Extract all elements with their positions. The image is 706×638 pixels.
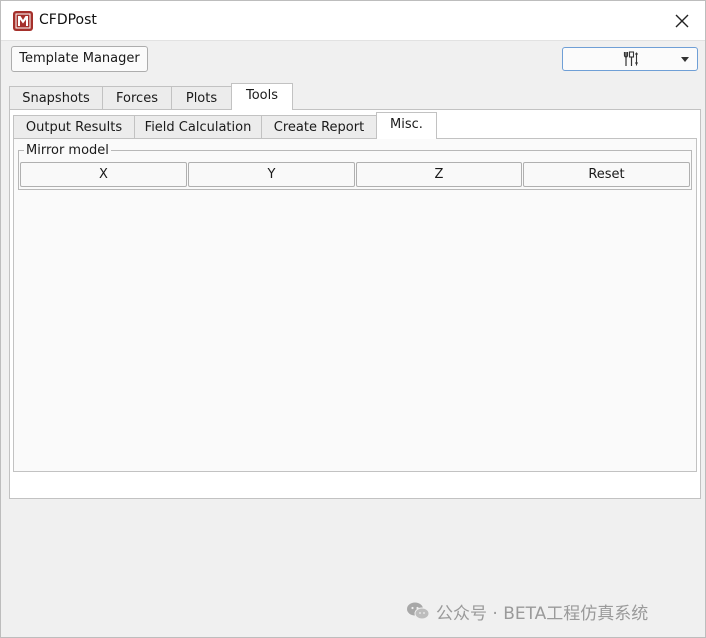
template-manager-button[interactable]: Template Manager [11, 46, 148, 72]
mirror-y-button[interactable]: Y [188, 162, 355, 187]
title-bar: CFDPost [1, 1, 705, 41]
watermark-text: 公众号 · BETA工程仿真系统 [436, 603, 649, 624]
app-window: CFDPost Template Manager Snapshots Force… [0, 0, 706, 638]
app-logo-icon [13, 11, 33, 31]
mirror-x-button[interactable]: X [20, 162, 187, 187]
mirror-model-title: Mirror model [24, 143, 111, 158]
wechat-icon [407, 602, 430, 620]
tab-forces[interactable]: Forces [102, 86, 172, 110]
subtab-create-report[interactable]: Create Report [261, 115, 377, 139]
window-title: CFDPost [39, 12, 97, 28]
subtab-misc[interactable]: Misc. [376, 112, 437, 139]
tools-dropdown[interactable] [562, 47, 698, 71]
close-button[interactable] [659, 1, 705, 40]
tab-plots[interactable]: Plots [171, 86, 232, 110]
subtab-field-calculation[interactable]: Field Calculation [134, 115, 262, 139]
mirror-reset-button[interactable]: Reset [523, 162, 690, 187]
tab-tools[interactable]: Tools [231, 83, 293, 110]
tools-icon [623, 51, 638, 66]
chevron-down-icon [681, 57, 689, 62]
tab-snapshots[interactable]: Snapshots [9, 86, 103, 110]
subtab-output-results[interactable]: Output Results [13, 115, 135, 139]
mirror-z-button[interactable]: Z [356, 162, 522, 187]
watermark: 公众号 · BETA工程仿真系统 [406, 599, 649, 624]
close-icon [675, 14, 689, 27]
